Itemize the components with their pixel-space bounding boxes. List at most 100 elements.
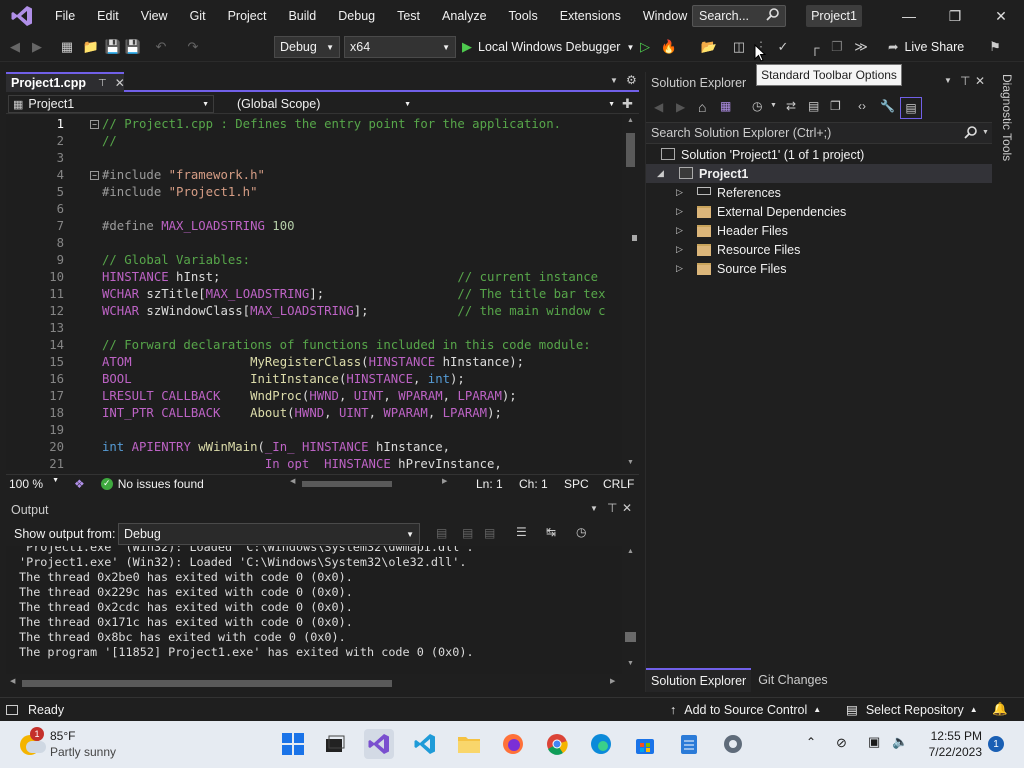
code-line[interactable]: 5 #include "Project1.h" [6, 184, 626, 201]
document-tab[interactable]: Project1.cpp ⊤ ✕ [6, 72, 125, 92]
feedback-icon[interactable]: ⚑ [986, 38, 1004, 56]
start-without-debugging-icon[interactable]: ▷ [636, 38, 654, 56]
menu-edit[interactable]: Edit [86, 0, 130, 32]
code-line[interactable]: 15 ATOM MyRegisterClass(HINSTANCE hInstan… [6, 354, 626, 371]
code-line[interactable]: 1 −// Project1.cpp : Defines the entry po… [6, 116, 626, 133]
project-title-badge[interactable]: Project1 [806, 5, 862, 27]
solution-node[interactable]: Solution 'Project1' (1 of 1 project) [646, 145, 993, 164]
code-line[interactable]: 7 #define MAX_LOADSTRING 100 [6, 218, 626, 235]
menu-build[interactable]: Build [277, 0, 327, 32]
clear-all-icon[interactable]: ☰ [516, 525, 527, 539]
tab-solution-explorer[interactable]: Solution Explorer [646, 668, 752, 692]
show-hidden-icons[interactable]: ⌃ [806, 735, 816, 749]
menu-tools[interactable]: Tools [498, 0, 549, 32]
weather-widget-icon[interactable]: 1 [18, 727, 46, 757]
code-line[interactable]: 8 [6, 235, 626, 252]
save-icon[interactable]: 💾 [104, 38, 122, 56]
output-horizontal-scrollbar[interactable]: ◀ ▶ [10, 677, 620, 689]
menu-project[interactable]: Project [217, 0, 278, 32]
fold-toggle-icon[interactable]: − [90, 171, 99, 180]
timestamp-icon[interactable]: ◷ [576, 525, 586, 539]
new-project-icon[interactable]: ▦ [58, 38, 76, 56]
pin-icon[interactable]: ⊤ [98, 78, 107, 89]
line-ending-indicator[interactable]: CRLF [603, 477, 634, 491]
line-indicator[interactable]: Ln: 1 [476, 477, 503, 491]
restore-icon[interactable]: ❐ [932, 0, 978, 32]
next-message-icon[interactable]: ▤ [484, 526, 495, 540]
tree-node[interactable]: ▷ External Dependencies [646, 202, 993, 221]
code-line[interactable]: 13 [6, 320, 626, 337]
collapsed-arrow-icon[interactable]: ▷ [676, 244, 683, 255]
code-line[interactable]: 19 [6, 422, 626, 439]
close-icon[interactable]: ✕ [975, 74, 985, 88]
home-icon[interactable]: ⌂ [698, 99, 706, 115]
store-taskbar-icon[interactable] [630, 729, 660, 759]
close-icon[interactable]: ✕ [978, 0, 1024, 32]
display-icon[interactable]: ▣ [868, 734, 880, 750]
code-line[interactable]: 4 − #include "framework.h" [6, 167, 626, 184]
show-all-files-icon[interactable]: ❐ [830, 99, 841, 113]
code-line[interactable]: 11 WCHAR szTitle[MAX_LOADSTRING]; // The … [6, 286, 626, 303]
breakpoint-icon[interactable]: ┌ [806, 38, 824, 56]
select-repository-button[interactable]: ▤ Select Repository ▲ [846, 702, 978, 718]
close-tab-icon[interactable]: ✕ [115, 76, 125, 90]
menu-extensions[interactable]: Extensions [549, 0, 632, 32]
notification-count-badge[interactable]: 1 [988, 736, 1004, 752]
clock-date[interactable]: 7/22/2023 [926, 745, 982, 759]
diagnostic-tools-side-tab[interactable]: Diagnostic Tools [992, 72, 1024, 692]
undo-icon[interactable]: ↶ [152, 38, 170, 56]
start-debugging-button[interactable]: ▶ Local Windows Debugger ▼ [462, 38, 634, 56]
chevron-down-icon[interactable]: ▼ [590, 504, 598, 513]
close-icon[interactable]: ✕ [622, 501, 632, 515]
hot-reload-icon[interactable]: 🔥 [660, 38, 678, 56]
split-view-icon[interactable]: ✚ [622, 96, 633, 112]
code-line[interactable]: 12 WCHAR szWindowClass[MAX_LOADSTRING]; /… [6, 303, 626, 320]
column-indicator[interactable]: Ch: 1 [519, 477, 548, 491]
start-button[interactable] [278, 729, 308, 759]
menu-file[interactable]: File [44, 0, 86, 32]
open-folder-icon[interactable]: 📁 [82, 38, 100, 56]
menu-view[interactable]: View [130, 0, 179, 32]
toolbox-icon[interactable]: ◫ [730, 38, 748, 56]
expanded-arrow-icon[interactable]: ◢ [657, 168, 664, 179]
configuration-dropdown[interactable]: Debug ▼ [274, 36, 340, 58]
collapsed-arrow-icon[interactable]: ▷ [676, 263, 683, 274]
code-line[interactable]: 20 int APIENTRY wWinMain(_In_ HINSTANCE h… [6, 439, 626, 456]
output-vertical-scrollbar[interactable]: ▲ ▼ [622, 546, 639, 674]
pending-changes-icon[interactable]: ◷ [752, 99, 762, 113]
back-icon[interactable]: ◀ [654, 100, 663, 114]
menu-analyze[interactable]: Analyze [431, 0, 497, 32]
code-line[interactable]: 14 // Forward declarations of functions i… [6, 337, 626, 354]
redo-icon[interactable]: ↷ [184, 38, 202, 56]
visual-studio-taskbar-icon[interactable] [364, 729, 394, 759]
code-line[interactable]: 16 BOOL InitInstance(HINSTANCE, int); [6, 371, 626, 388]
volume-icon[interactable]: 🔈 [892, 734, 908, 750]
editor-vertical-scrollbar[interactable]: ▲ ▼ [622, 115, 639, 470]
member-nav-dropdown[interactable]: ▼ [418, 95, 620, 113]
collapsed-arrow-icon[interactable]: ▷ [676, 225, 683, 236]
search-box[interactable]: Search... [692, 5, 786, 27]
weather-temp[interactable]: 85°F [50, 729, 75, 743]
tab-list-dropdown-icon[interactable]: ▼ [610, 76, 618, 85]
chrome-taskbar-icon[interactable] [542, 729, 572, 759]
code-line[interactable]: 9 // Global Variables: [6, 252, 626, 269]
live-share-button[interactable]: ➦ Live Share [888, 39, 964, 55]
pin-icon[interactable]: ⊤ [607, 501, 617, 515]
notepad-taskbar-icon[interactable] [674, 729, 704, 759]
view-code-icon[interactable]: ‹› [858, 99, 866, 113]
fold-toggle-icon[interactable]: − [90, 120, 99, 129]
copy-icon[interactable]: ❐ [828, 38, 846, 56]
firefox-taskbar-icon[interactable] [498, 729, 528, 759]
tree-node[interactable]: ▷ References [646, 183, 993, 202]
project-node[interactable]: ◢ Project1 [646, 164, 993, 183]
task-view-icon[interactable] [320, 729, 350, 759]
sync-icon[interactable]: ⇄ [786, 99, 796, 113]
back-icon[interactable]: ◀ [6, 38, 24, 56]
code-line[interactable]: 10 HINSTANCE hInst; // current instance [6, 269, 626, 286]
tree-node[interactable]: ▷ Header Files [646, 221, 993, 240]
prev-message-icon[interactable]: ▤ [462, 526, 473, 540]
collapsed-arrow-icon[interactable]: ▷ [676, 206, 683, 217]
minimize-icon[interactable]: — [886, 0, 932, 32]
file-explorer-taskbar-icon[interactable] [454, 729, 484, 759]
weather-desc[interactable]: Partly sunny [50, 745, 116, 759]
